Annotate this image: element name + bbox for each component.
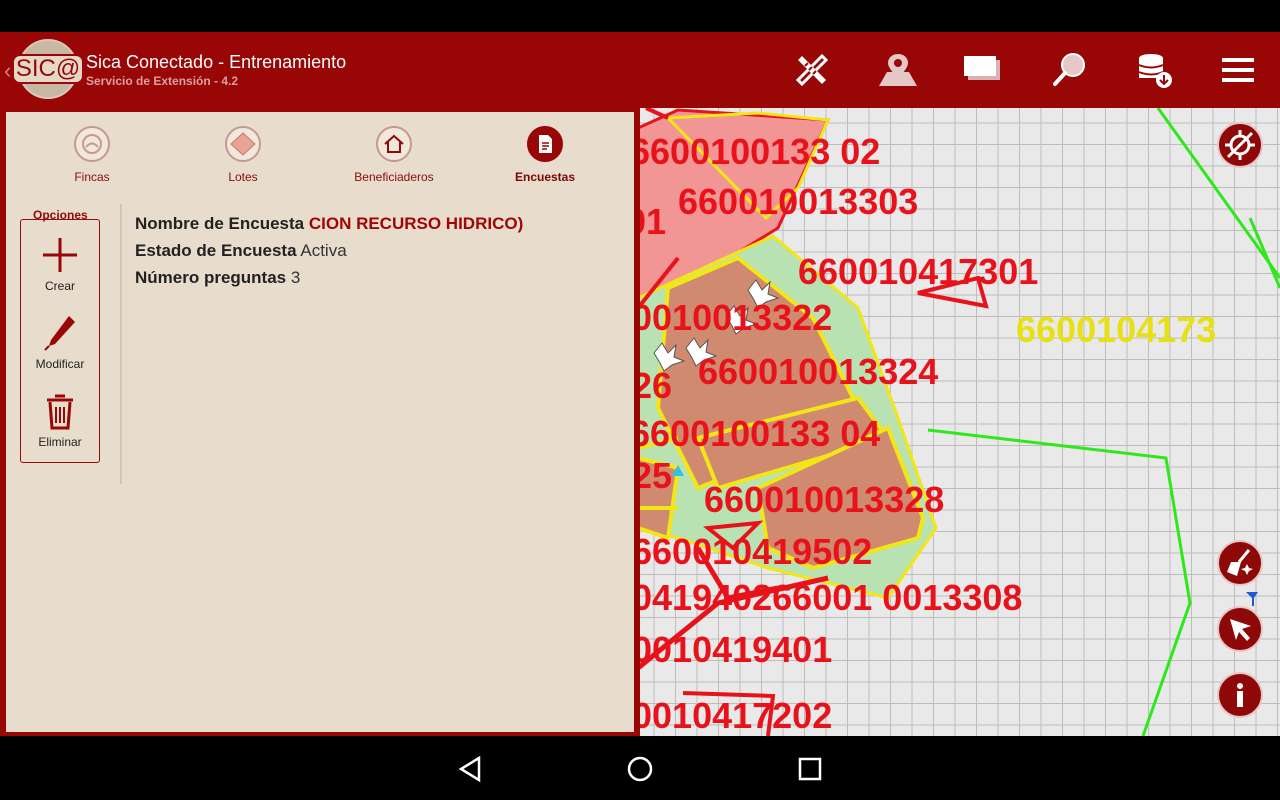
trash-icon xyxy=(47,394,73,430)
map-canvas: 6600100133 02 660010013303 01 6600104173… xyxy=(638,108,1280,736)
measure-tools-icon xyxy=(795,53,829,87)
no-location-icon xyxy=(1225,130,1255,160)
logo-text: SIC@ xyxy=(11,54,85,84)
clear-broom-icon xyxy=(1227,549,1253,576)
map-label: 0010013322 xyxy=(638,297,832,338)
info-icon xyxy=(1237,683,1243,707)
house-icon xyxy=(376,126,412,162)
menu-button[interactable] xyxy=(1216,50,1260,90)
map-label: 25 xyxy=(638,455,672,496)
layers-icon xyxy=(964,56,1000,80)
document-icon xyxy=(527,126,563,162)
survey-questions-value: 3 xyxy=(290,268,301,287)
tab-encuestas[interactable]: Encuestas xyxy=(485,126,605,186)
status-bar xyxy=(0,0,1280,32)
create-button[interactable]: Crear xyxy=(21,234,99,293)
map-label: 660010013303 xyxy=(678,181,918,222)
search-icon xyxy=(1053,53,1085,86)
measure-tools-button[interactable] xyxy=(790,50,834,90)
divider xyxy=(120,204,122,484)
app-title: Sica Conectado - Entrenamiento xyxy=(86,52,347,72)
survey-questions-label: Número preguntas xyxy=(135,268,287,287)
plus-icon xyxy=(43,238,77,272)
map-label: 6600100133 02 xyxy=(638,131,880,172)
modify-button[interactable]: Modificar xyxy=(21,312,99,371)
modify-label: Modificar xyxy=(35,357,85,371)
map-pin-icon xyxy=(879,54,917,86)
map-pin-button[interactable] xyxy=(876,50,920,90)
database-download-icon xyxy=(1138,54,1172,88)
app-logo[interactable]: SIC@ xyxy=(11,39,85,99)
map-view[interactable]: 6600100133 02 660010013303 01 6600104173… xyxy=(638,108,1280,736)
side-panel: Fincas Lotes Beneficiaderos Encuestas Op… xyxy=(0,108,640,736)
back-icon xyxy=(458,755,481,783)
map-label: 0010419401 xyxy=(638,629,832,670)
system-recents-button[interactable] xyxy=(793,752,827,786)
tab-fincas[interactable]: Fincas xyxy=(32,126,152,186)
map-label: 01 xyxy=(638,201,666,242)
system-home-button[interactable] xyxy=(623,752,657,786)
delete-button[interactable]: Eliminar xyxy=(21,390,99,449)
search-button[interactable] xyxy=(1046,50,1090,90)
system-nav-bar xyxy=(0,736,1280,800)
recents-icon xyxy=(798,757,822,781)
map-label: 0010417202 xyxy=(638,695,832,736)
map-label: 26 xyxy=(638,365,672,406)
survey-name-value: CION RECURSO HIDRICO) xyxy=(308,214,524,233)
survey-questions-row: Número preguntas 3 xyxy=(135,268,300,288)
farm-icon xyxy=(74,126,110,162)
map-label: 660010013324 xyxy=(698,351,938,392)
map-label: 660010013328 xyxy=(704,479,944,520)
survey-state-value: Activa xyxy=(300,241,347,260)
tab-label: Beneficiaderos xyxy=(354,170,434,184)
tab-label: Encuestas xyxy=(514,170,576,184)
database-download-button[interactable] xyxy=(1132,50,1176,90)
side-panel-content: Fincas Lotes Beneficiaderos Encuestas Op… xyxy=(6,112,634,732)
map-label: 6600100133 04 xyxy=(638,413,880,454)
map-label: 660010417301 xyxy=(798,251,1038,292)
options-box: Crear Modificar Eliminar xyxy=(20,219,100,463)
map-label: 660010419502 xyxy=(638,531,872,572)
app-subtitle: Servicio de Extensión - 4.2 xyxy=(86,74,239,88)
pen-icon xyxy=(44,316,75,351)
pointer-button[interactable] xyxy=(1217,606,1263,652)
create-label: Crear xyxy=(44,279,75,293)
pointer-icon xyxy=(1230,619,1251,641)
survey-state-row: Estado de Encuesta Activa xyxy=(135,241,347,261)
tab-label: Lotes xyxy=(228,170,258,184)
tab-lotes[interactable]: Lotes xyxy=(183,126,303,186)
location-toggle-button[interactable] xyxy=(1217,122,1263,168)
tab-label: Fincas xyxy=(74,170,110,184)
tab-beneficiaderos[interactable]: Beneficiaderos xyxy=(334,126,454,186)
home-icon xyxy=(627,756,653,782)
clear-button[interactable] xyxy=(1217,540,1263,586)
back-chevron-icon[interactable]: ‹ xyxy=(4,58,11,84)
survey-state-label: Estado de Encuesta xyxy=(135,241,297,260)
survey-name-label: Nombre de Encuesta xyxy=(135,214,305,233)
info-button[interactable] xyxy=(1217,672,1263,718)
plot-icon xyxy=(225,126,261,162)
layers-button[interactable] xyxy=(960,50,1004,90)
delete-label: Eliminar xyxy=(38,435,82,449)
system-back-button[interactable] xyxy=(453,752,487,786)
app-bar: ‹ SIC@ Sica Conectado - Entrenamiento Se… xyxy=(0,32,1280,108)
survey-name-row: Nombre de Encuesta CION RECURSO HIDRICO) xyxy=(135,214,523,234)
hamburger-menu-icon xyxy=(1222,58,1254,82)
map-label: 6600104173 xyxy=(1016,309,1216,350)
map-label: 041940266001 0013308 xyxy=(638,577,1022,618)
